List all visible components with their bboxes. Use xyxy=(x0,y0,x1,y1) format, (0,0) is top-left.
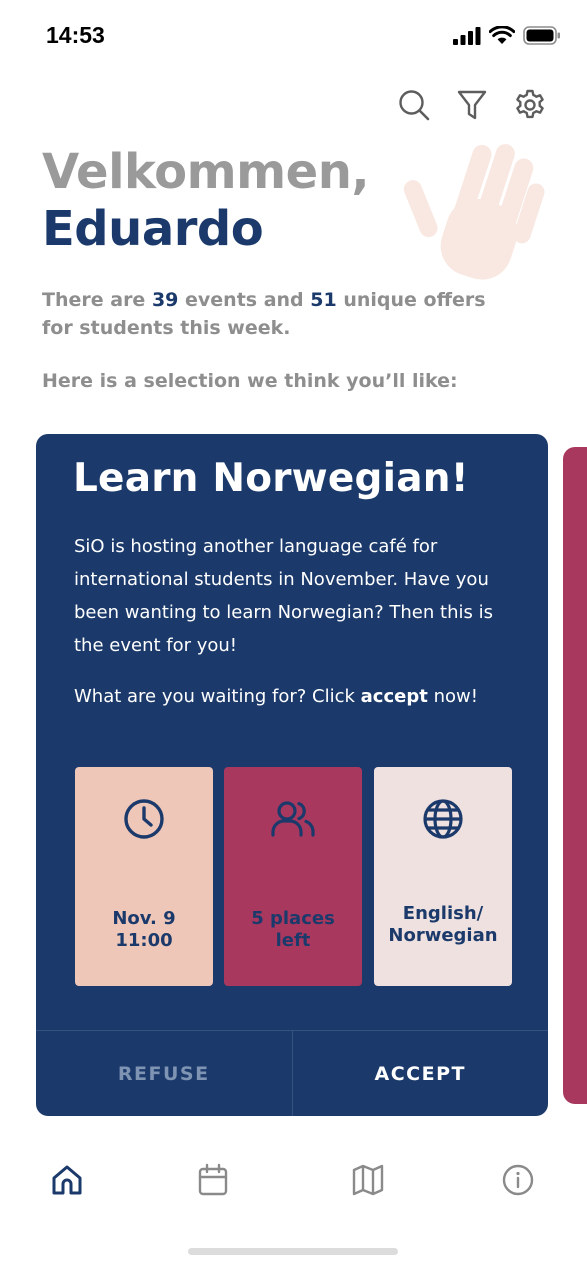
language-text: English/ Norwegian xyxy=(374,903,512,947)
event-title: Learn Norwegian! xyxy=(73,456,469,501)
event-date: Nov. 9 xyxy=(112,908,176,929)
people-icon xyxy=(271,801,315,837)
status-bar: 14:53 xyxy=(0,0,587,70)
tab-home[interactable] xyxy=(47,1160,87,1200)
waving-hand-icon xyxy=(403,144,545,280)
settings-icon xyxy=(516,89,544,119)
event-time-text: Nov. 9 11:00 xyxy=(75,908,213,952)
accept-button[interactable]: ACCEPT xyxy=(293,1031,549,1116)
language-line1: English/ xyxy=(402,903,484,924)
greeting-heading: Velkommen, Eduardo xyxy=(42,144,370,258)
event-cta: What are you waiting for? Click accept n… xyxy=(74,680,524,713)
events-count: 39 xyxy=(151,289,179,311)
filter-icon xyxy=(457,90,487,120)
bottom-tab-bar xyxy=(0,1150,587,1210)
places-count: 5 places xyxy=(251,908,335,929)
event-description: SiO is hosting another language café for… xyxy=(74,536,493,656)
next-event-card-peek[interactable] xyxy=(563,447,587,1104)
places-suffix: left xyxy=(275,930,311,951)
greeting-text: Velkommen, xyxy=(42,144,370,200)
selection-hint: Here is a selection we think you’ll like… xyxy=(42,370,458,392)
home-indicator[interactable] xyxy=(188,1248,398,1255)
weekly-summary: There are 39 events and 51 unique offers… xyxy=(42,286,512,342)
tab-calendar[interactable] xyxy=(193,1160,233,1200)
search-icon xyxy=(399,90,430,121)
signal-icon xyxy=(453,26,481,45)
event-language-tile: English/ Norwegian xyxy=(374,767,512,986)
settings-button[interactable] xyxy=(513,88,547,122)
cta-suffix: now! xyxy=(427,686,478,707)
home-icon xyxy=(52,1165,82,1195)
event-places-tile: 5 places left xyxy=(224,767,362,986)
tab-info[interactable] xyxy=(498,1160,538,1200)
calendar-icon xyxy=(198,1163,228,1196)
clock-icon xyxy=(124,799,164,839)
map-icon xyxy=(352,1164,384,1196)
top-toolbar xyxy=(397,88,547,122)
tab-map[interactable] xyxy=(348,1160,388,1200)
globe-icon xyxy=(423,799,463,839)
event-time-tile: Nov. 9 11:00 xyxy=(75,767,213,986)
summary-prefix: There are xyxy=(42,289,152,311)
wifi-icon xyxy=(489,26,515,44)
info-icon xyxy=(502,1164,534,1196)
summary-middle: events and xyxy=(178,289,311,311)
battery-icon xyxy=(523,26,560,45)
event-hour: 11:00 xyxy=(115,930,173,951)
card-actions: REFUSE ACCEPT xyxy=(36,1030,548,1116)
filter-button[interactable] xyxy=(455,88,489,122)
offers-count: 51 xyxy=(310,289,337,311)
status-time: 14:53 xyxy=(46,22,105,48)
places-left-text: 5 places left xyxy=(224,908,362,952)
language-line2: Norwegian xyxy=(388,925,498,946)
refuse-button[interactable]: REFUSE xyxy=(36,1031,293,1116)
cta-prefix: What are you waiting for? Click xyxy=(74,686,361,707)
event-card: Learn Norwegian! SiO is hosting another … xyxy=(36,434,548,1116)
user-name: Eduardo xyxy=(42,201,264,257)
search-button[interactable] xyxy=(397,88,431,122)
cta-bold: accept xyxy=(360,686,428,707)
status-icons xyxy=(453,26,561,45)
